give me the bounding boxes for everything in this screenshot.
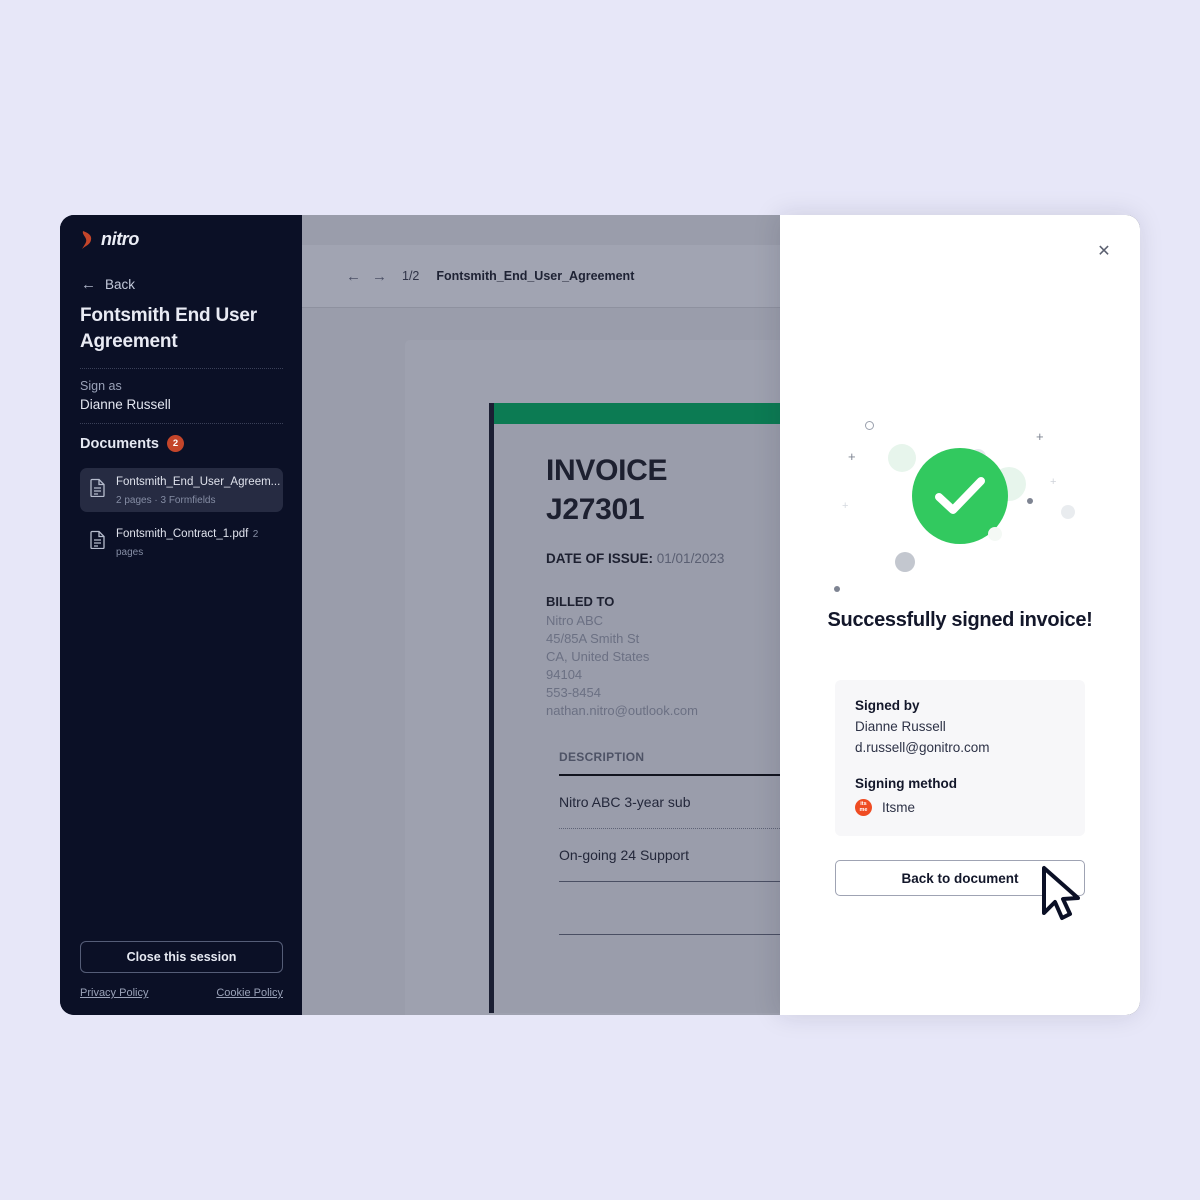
viewer-filename: Fontsmith_End_User_Agreement [436,269,635,283]
circle-deco-icon [888,444,916,472]
arrow-right-icon[interactable]: → [372,269,387,284]
divider [80,368,283,369]
page-indicator: 1/2 [402,269,420,283]
circle-outline-deco-icon [865,421,874,430]
circle-deco-icon [895,552,915,572]
invoice-date-label: DATE OF ISSUE: [546,551,654,566]
document-item-name: Fontsmith_End_User_Agreem... [116,476,281,488]
sidebar-document-item-0[interactable]: Fontsmith_End_User_Agreem... 2 pages · 3… [80,468,283,512]
brand-logo-text: nitro [101,229,139,249]
divider [80,423,283,424]
dot-deco-icon [834,586,840,592]
signed-by-label: Signed by [855,698,920,713]
documents-heading-label: Documents [80,435,159,452]
dot-deco-icon [1027,498,1033,504]
close-icon[interactable]: ✕ [1091,238,1117,264]
nitro-flame-icon [80,230,96,250]
arrow-left-icon[interactable]: ← [346,269,361,284]
signing-method-row: its me Itsme [855,799,1065,817]
signed-by-email: d.russell@gonitro.com [855,739,990,755]
documents-count-badge: 2 [166,435,184,452]
back-to-document-button[interactable]: Back to document [835,860,1085,896]
plus-deco-icon: + [848,449,856,464]
plus-deco-icon: + [1050,476,1057,488]
invoice-date-value: 01/01/2023 [656,551,725,566]
document-item-meta: 2 pages · 3 Formfields [116,495,216,506]
signing-method-label: Signing method [855,776,957,792]
dot-highlight-icon [988,527,1002,541]
itsme-icon: its me [855,799,872,817]
document-item-name: Fontsmith_Contract_1.pdf [116,528,249,540]
modal-heading: Successfully signed invoice! [827,609,1093,631]
policy-links: Privacy Policy Cookie Policy [80,987,283,999]
plus-deco-icon: + [842,500,849,512]
signing-method-value: Itsme [882,800,916,816]
signature-info-card: Signed by Dianne Russell d.russell@gonit… [835,680,1085,837]
plus-deco-icon: + [1036,429,1044,444]
circle-deco-icon [1061,505,1075,519]
back-button[interactable]: ← Back [81,277,135,292]
back-button-label: Back [105,277,136,292]
arrow-left-icon: ← [81,276,96,293]
privacy-policy-link[interactable]: Privacy Policy [80,987,148,999]
document-icon [90,530,106,554]
cookie-policy-link[interactable]: Cookie Policy [216,987,283,999]
success-illustration: + + + + [780,405,1140,605]
sidebar-document-item-1[interactable]: Fontsmith_Contract_1.pdf 2 pages [80,520,283,564]
page-title: Fontsmith End User Agreement [80,305,257,353]
brand-logo[interactable]: nitro [80,229,139,250]
sign-as-label: Sign as [80,379,122,393]
signed-by-name: Dianne Russell [855,719,946,734]
sign-as-name: Dianne Russell [80,397,171,412]
document-icon [90,478,106,502]
close-session-button[interactable]: Close this session [80,941,283,973]
documents-heading: Documents 2 [80,435,184,452]
sidebar: nitro ← Back Fontsmith End User Agreemen… [60,215,302,1015]
success-modal: ✕ + + + + Successfully signed invoice! S… [780,215,1140,1015]
